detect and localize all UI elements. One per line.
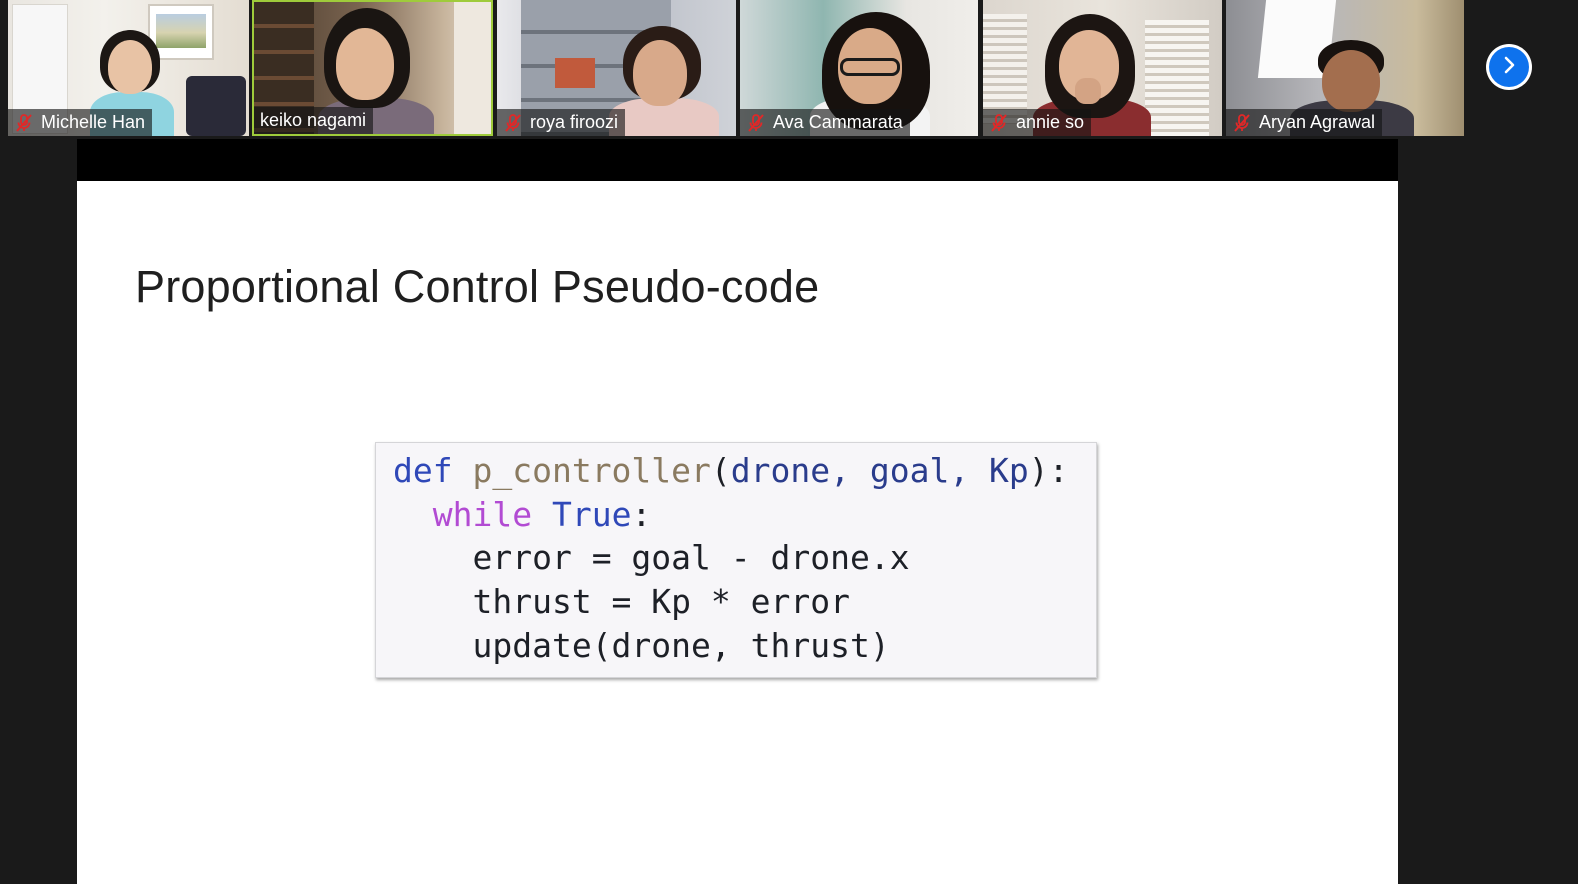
- code-line-5: update(drone, thrust): [472, 626, 890, 665]
- participant-name: Aryan Agrawal: [1259, 112, 1376, 132]
- participant-name: roya firoozi: [530, 112, 619, 132]
- participant-tile-active-speaker[interactable]: keiko nagami: [252, 0, 493, 136]
- muted-microphone-icon: [989, 113, 1009, 133]
- participant-tile[interactable]: Michelle Han: [8, 0, 249, 136]
- participant-name: Michelle Han: [41, 112, 146, 132]
- muted-microphone-icon: [14, 113, 34, 133]
- window-blinds: [983, 14, 1027, 124]
- code-block: def p_controller(drone, goal, Kp): while…: [375, 442, 1097, 678]
- shared-slide: Proportional Control Pseudo-code def p_c…: [77, 181, 1398, 884]
- participant-nameplate: annie so: [983, 109, 1092, 136]
- window-blinds: [1145, 20, 1209, 136]
- participant-nameplate: Aryan Agrawal: [1226, 109, 1383, 136]
- participant-name: keiko nagami: [260, 110, 367, 130]
- participant-tile[interactable]: annie so: [983, 0, 1222, 136]
- next-participants-page-button[interactable]: [1486, 44, 1532, 90]
- slide-title: Proportional Control Pseudo-code: [135, 261, 820, 312]
- code-line-2: while True:: [432, 495, 652, 534]
- participant-tile[interactable]: Aryan Agrawal: [1226, 0, 1464, 136]
- shared-screen-top-bar: [77, 139, 1398, 181]
- code-line-1: def p_controller(drone, goal, Kp):: [393, 451, 1069, 490]
- participant-nameplate: Ava Cammarata: [740, 109, 910, 136]
- muted-microphone-icon: [746, 113, 766, 133]
- participant-tile[interactable]: roya firoozi: [497, 0, 736, 136]
- meeting-window: Michelle Han keiko nagami roya firoozi A…: [0, 0, 1578, 884]
- muted-microphone-icon: [503, 113, 523, 133]
- participant-name: Ava Cammarata: [773, 112, 903, 132]
- window-curtain: [454, 2, 491, 134]
- participant-nameplate: keiko nagami: [254, 107, 374, 134]
- office-chair: [186, 76, 246, 136]
- participant-nameplate: Michelle Han: [8, 109, 153, 136]
- participant-nameplate: roya firoozi: [497, 109, 626, 136]
- participant-name: annie so: [1016, 112, 1085, 132]
- glasses: [840, 58, 900, 76]
- code-line-3: error = goal - drone.x: [472, 538, 910, 577]
- muted-microphone-icon: [1232, 113, 1252, 133]
- participant-tile[interactable]: Ava Cammarata: [740, 0, 978, 136]
- code-line-4: thrust = Kp * error: [472, 582, 850, 621]
- hand: [1075, 78, 1101, 104]
- chevron-right-icon: [1498, 54, 1520, 81]
